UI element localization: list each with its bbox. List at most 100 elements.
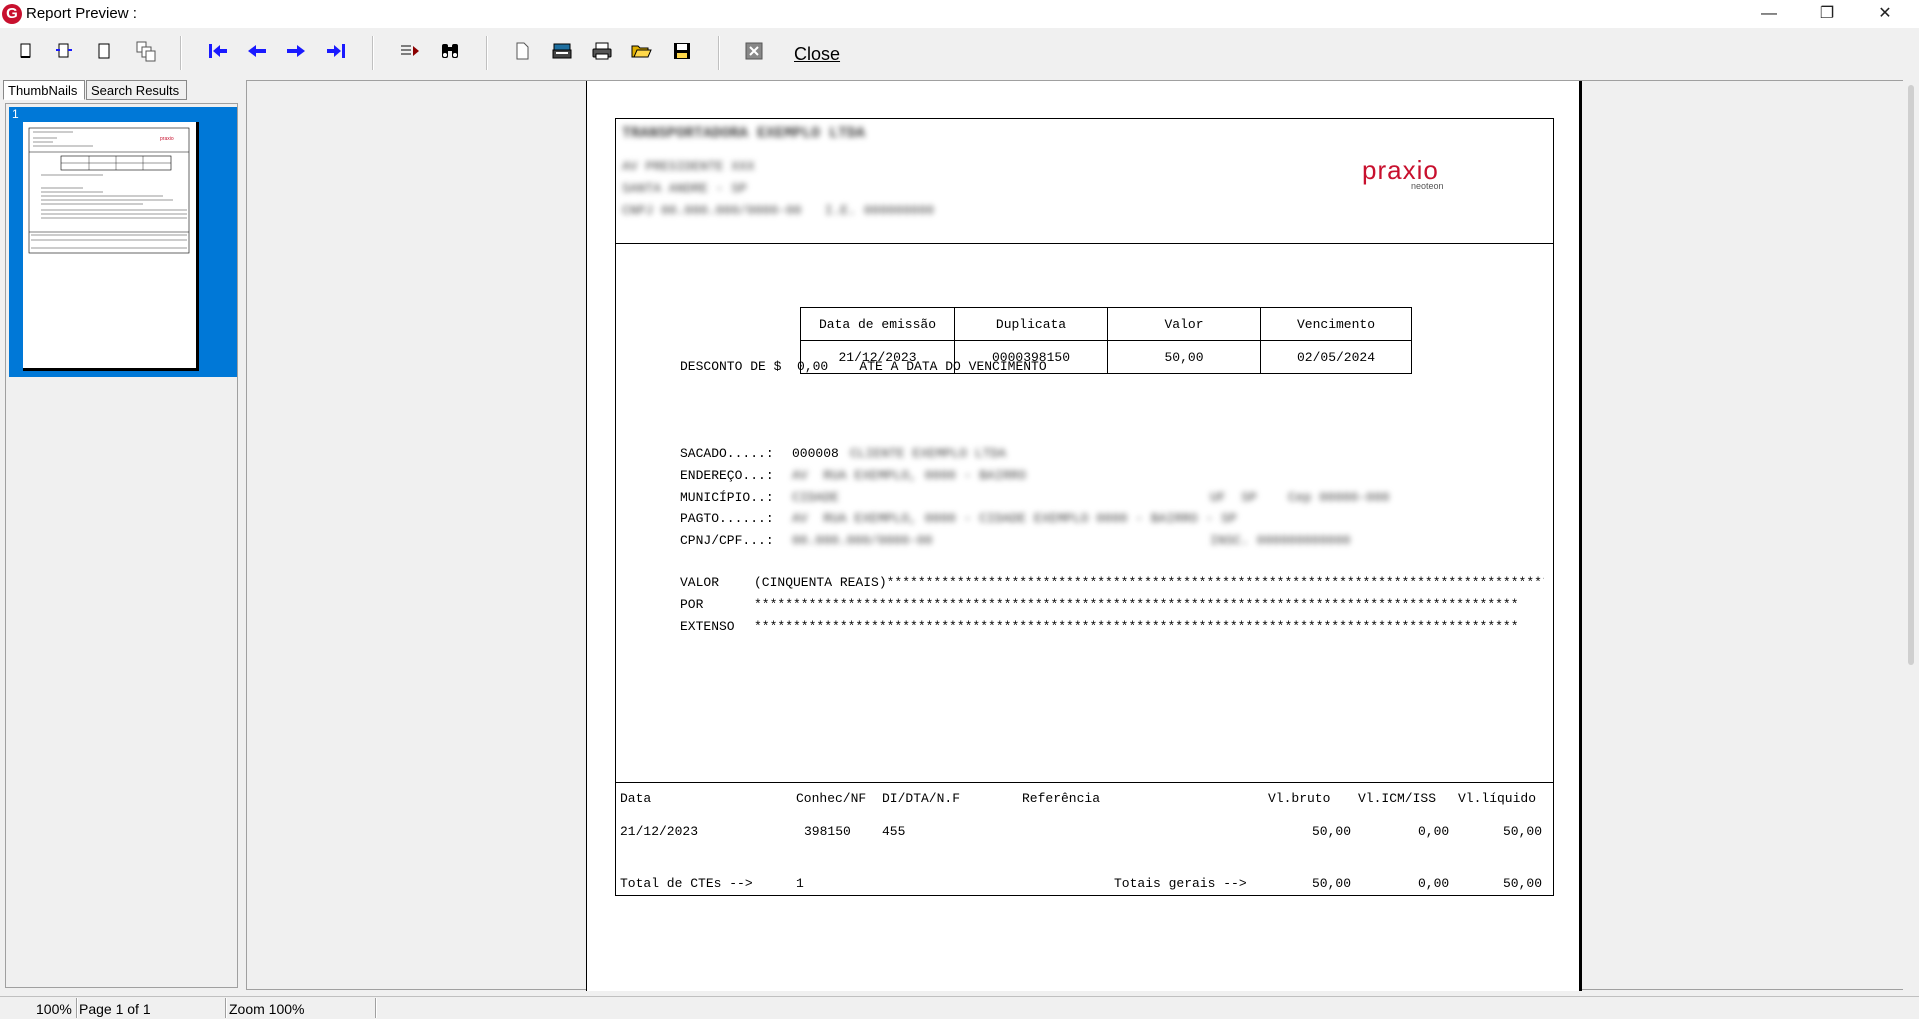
scrollbar-thumb[interactable]	[1908, 85, 1914, 665]
cnpj-blurred: 00.000.000/0000-00	[792, 533, 933, 548]
thumbnail-page[interactable]: praxio	[23, 122, 199, 371]
detail-row-di: 455	[882, 824, 906, 839]
table-header-row: Data de emissão Duplicata Valor Vencimen…	[800, 307, 1412, 341]
tab-thumbnails[interactable]: ThumbNails	[3, 80, 85, 100]
open-folder-icon[interactable]	[627, 36, 655, 66]
print-icon[interactable]	[588, 36, 616, 66]
toolbar-separator	[486, 36, 488, 70]
company-city-blurred: SANTA ANDRE - SP	[622, 181, 747, 196]
window-title: Report Preview :	[26, 5, 137, 22]
restore-button[interactable]: ❐	[1804, 0, 1850, 28]
detail-row-bruto: 50,00	[1312, 824, 1352, 839]
detail-header-di: DI/DTA/N.F	[882, 791, 961, 806]
por-label: POR	[680, 597, 704, 612]
thumbnail-preview-graphic: praxio	[28, 127, 190, 254]
tab-search-results[interactable]: Search Results	[86, 80, 187, 100]
valor-text: (CINQUENTA REAIS)***********************…	[754, 575, 1544, 590]
thumbnail-page-number: 1	[12, 107, 19, 121]
whole-page-icon[interactable]	[90, 36, 118, 66]
print-setup-icon[interactable]	[548, 36, 576, 66]
cnpj-label: CPNJ/CPF...:	[680, 533, 782, 548]
extenso-label: EXTENSO	[680, 619, 735, 634]
sacado-name-blurred: CLIENTE EXEMPLO LTDA	[850, 446, 1007, 461]
status-separator	[76, 998, 78, 1018]
table-header-cell: Valor	[1107, 307, 1261, 341]
save-disk-icon[interactable]	[668, 36, 696, 66]
fit-page-icon[interactable]	[50, 36, 78, 66]
detail-header-bruto: Vl.bruto	[1268, 791, 1331, 806]
multi-page-icon[interactable]	[132, 36, 160, 66]
toolbar-separator	[180, 36, 182, 70]
status-zoom-percent: 100%	[36, 1001, 72, 1017]
endereco-blurred: AV RUA EXEMPLO, 0000 - BAIRRO	[792, 468, 1027, 483]
valor-label: VALOR	[680, 575, 720, 590]
detail-rule	[616, 782, 1553, 783]
thumbnail-selected[interactable]: 1 praxio	[9, 107, 237, 377]
detail-header-conhec: Conhec/NF	[796, 791, 867, 806]
pagto-label: PAGTO......:	[680, 511, 782, 526]
por-text: ****************************************…	[754, 597, 1519, 612]
detail-header-liquido: Vl.líquido	[1458, 791, 1537, 806]
title-bar: G Report Preview : — ❐ ✕	[0, 0, 1919, 28]
last-page-icon[interactable]	[322, 36, 350, 66]
status-bar: 100% Page 1 of 1 Zoom 100%	[0, 996, 1919, 1019]
totais-gerais-label: Totais gerais -->	[1114, 876, 1247, 891]
status-page: Page 1 of 1	[79, 1001, 151, 1017]
totais-icm: 0,00	[1418, 876, 1450, 891]
total-ctes-count: 1	[796, 876, 804, 891]
status-zoom: Zoom 100%	[229, 1001, 305, 1017]
first-page-icon[interactable]	[204, 36, 232, 66]
table-header-cell: Vencimento	[1260, 307, 1412, 341]
new-page-icon[interactable]	[508, 36, 536, 66]
svg-text:praxio: praxio	[160, 136, 174, 142]
municipio-uf-blurred: UF SP Cep 00000-000	[1210, 490, 1390, 505]
search-binoculars-icon[interactable]	[436, 36, 464, 66]
toolbar-separator	[718, 36, 720, 70]
pagto-blurred: AV RUA EXEMPLO, 0000 - CIDADE EXEMPLO 00…	[792, 511, 1237, 526]
detail-header-data: Data	[620, 791, 652, 806]
sacado-code: 000008	[792, 446, 839, 461]
logo-subtitle: neoteon	[1411, 181, 1444, 191]
table-cell: 50,00	[1107, 340, 1261, 374]
app-logo-icon: G	[2, 4, 22, 24]
status-separator	[225, 998, 227, 1018]
thumbnail-panel: 1 praxio	[5, 103, 238, 988]
endereco-label: ENDEREÇO...:	[680, 468, 782, 483]
next-page-icon[interactable]	[282, 36, 310, 66]
detail-row-data: 21/12/2023	[620, 824, 699, 839]
totais-liquido: 50,00	[1503, 876, 1543, 891]
minimize-button[interactable]: —	[1746, 0, 1792, 28]
toolbar: Close	[0, 28, 1919, 78]
report-frame: TRANSPORTADORA EXEMPLO LTDA AV PRESIDENT…	[615, 118, 1554, 896]
table-cell: 02/05/2024	[1260, 340, 1412, 374]
previous-page-icon[interactable]	[243, 36, 271, 66]
totais-bruto: 50,00	[1312, 876, 1352, 891]
table-header-cell: Duplicata	[954, 307, 1108, 341]
toolbar-separator	[372, 36, 374, 70]
discount-line: DESCONTO DE $ 0,00 ATÉ A DATA DO VENCIME…	[680, 359, 1047, 374]
detail-row-icm: 0,00	[1418, 824, 1450, 839]
detail-row-conhec: 398150	[804, 824, 851, 839]
municipio-label: MUNICÍPIO..:	[680, 490, 782, 505]
export-icon[interactable]	[740, 36, 768, 66]
close-window-button[interactable]: ✕	[1862, 0, 1908, 28]
detail-header-icm: Vl.ICM/ISS	[1358, 791, 1437, 806]
header-rule	[616, 243, 1553, 244]
company-cnpj-blurred: CNPJ 00.000.000/0000-00 I.E. 000000000	[622, 203, 935, 218]
vertical-scrollbar[interactable]	[1903, 80, 1919, 990]
company-address-blurred: AV PRESIDENTE XXX	[622, 159, 755, 174]
status-separator	[375, 998, 377, 1018]
detail-row-liquido: 50,00	[1503, 824, 1543, 839]
go-to-page-icon[interactable]	[396, 36, 424, 66]
sacado-label: SACADO.....:	[680, 446, 782, 461]
report-page: TRANSPORTADORA EXEMPLO LTDA AV PRESIDENT…	[586, 81, 1582, 991]
total-ctes-label: Total de CTEs -->	[620, 876, 753, 891]
table-header-cell: Data de emissão	[800, 307, 955, 341]
inscricao-blurred: INSC. 000000000000	[1210, 533, 1351, 548]
municipio-blurred: CIDADE	[792, 490, 839, 505]
close-button[interactable]: Close	[794, 44, 840, 65]
detail-header-ref: Referência	[1022, 791, 1101, 806]
extenso-text: ****************************************…	[754, 619, 1519, 634]
page-width-icon[interactable]	[12, 36, 40, 66]
company-name-blurred: TRANSPORTADORA EXEMPLO LTDA	[622, 125, 866, 142]
